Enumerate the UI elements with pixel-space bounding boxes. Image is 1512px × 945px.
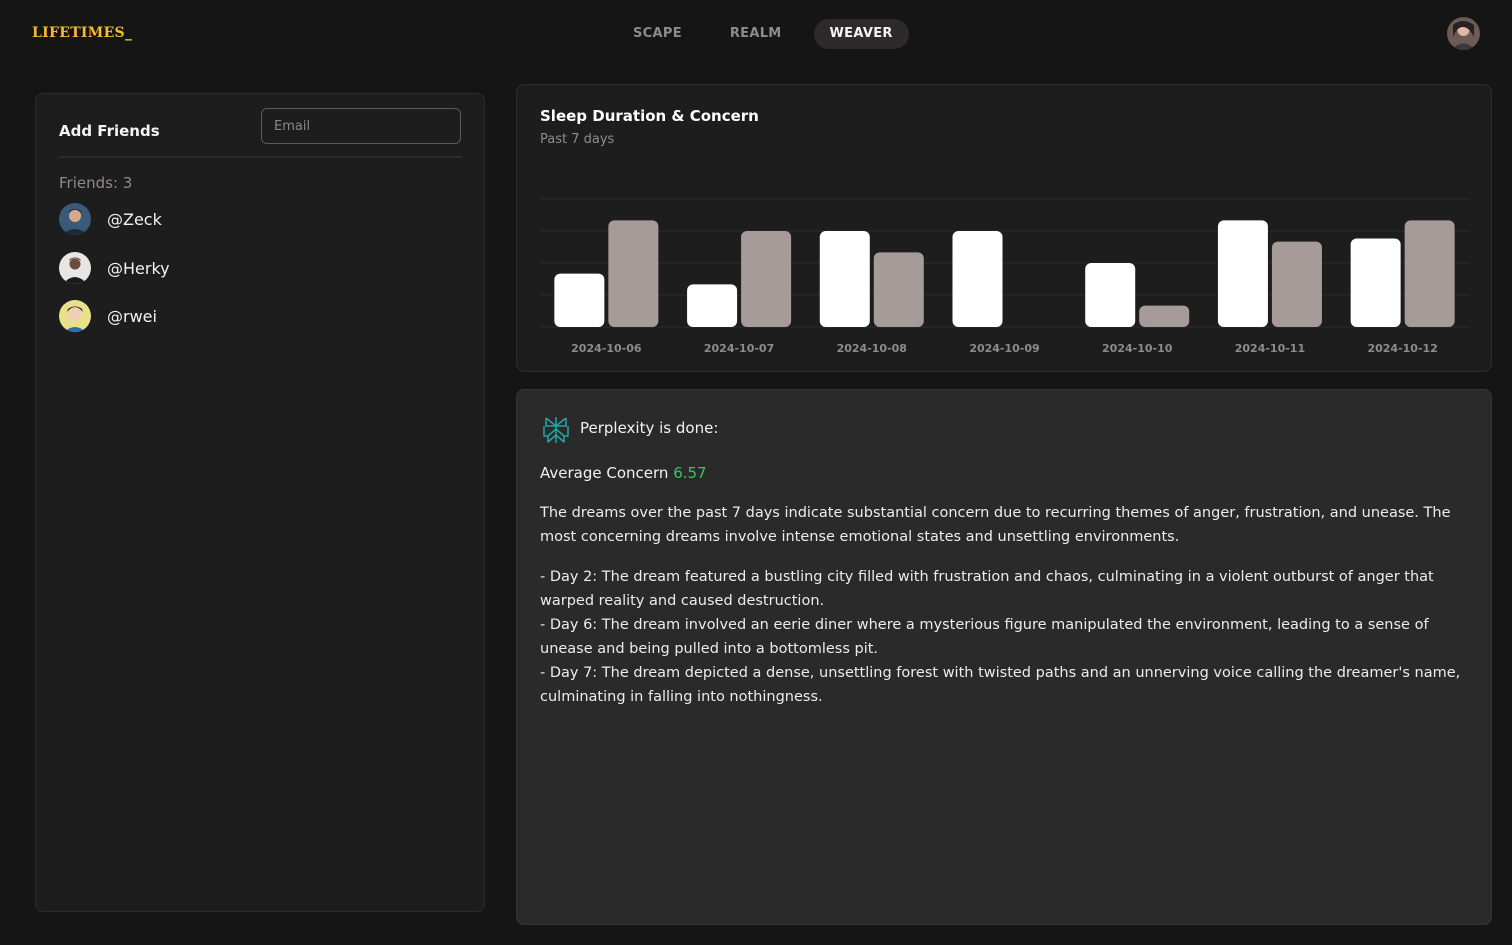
average-concern-label: Average Concern (540, 464, 669, 482)
bar (1217, 220, 1268, 327)
app-logo[interactable]: LIFETIMES_ (32, 25, 132, 41)
friends-panel: Add Friends Friends: 3 @Zeck @Herky (35, 93, 485, 912)
add-friends-title: Add Friends (59, 122, 160, 140)
bar (1271, 241, 1322, 327)
main-nav: SCAPE REALM WEAVER (617, 19, 909, 49)
friend-item-rwei[interactable]: @rwei (59, 299, 157, 333)
day-details: - Day 2: The dream featured a bustling c… (540, 565, 1475, 709)
bar (687, 284, 738, 327)
perplexity-heading: Perplexity is done: (580, 419, 719, 437)
bar (741, 231, 792, 327)
bar (873, 252, 924, 327)
sleep-chart-panel: Sleep Duration & Concern Past 7 days 202… (516, 84, 1492, 372)
friend-handle: @Herky (107, 258, 170, 278)
bar (608, 220, 659, 327)
user-avatar-image (1447, 17, 1480, 50)
day-detail-item: - Day 6: The dream involved an eerie din… (540, 617, 1429, 657)
tab-realm[interactable]: REALM (714, 19, 798, 49)
bar (1404, 220, 1455, 327)
email-field[interactable] (261, 108, 461, 144)
day-detail-item: - Day 7: The dream depicted a dense, uns… (540, 665, 1461, 705)
bar (1085, 263, 1136, 327)
bar-chart: 2024-10-06 2024-10-07 2024-10-08 2024-10-09… (540, 198, 1469, 355)
x-tick-label: 2024-10-12 (1367, 342, 1437, 355)
friends-count: Friends: 3 (59, 174, 133, 192)
summary-text: The dreams over the past 7 days indicate… (540, 505, 1451, 545)
x-tick-label: 2024-10-09 (969, 342, 1039, 355)
bar (554, 273, 605, 327)
bar (819, 231, 870, 327)
bar (1139, 305, 1190, 327)
perplexity-icon (543, 417, 569, 443)
tab-weaver[interactable]: WEAVER (813, 19, 909, 49)
avatar (59, 300, 91, 332)
friend-item-zeck[interactable]: @Zeck (59, 202, 162, 236)
avatar (59, 203, 91, 235)
user-avatar[interactable] (1447, 17, 1480, 50)
tab-scape[interactable]: SCAPE (617, 19, 698, 49)
divider (59, 156, 462, 158)
x-tick-label: 2024-10-08 (837, 342, 907, 355)
x-tick-label: 2024-10-11 (1235, 342, 1305, 355)
x-tick-label: 2024-10-06 (571, 342, 642, 355)
bar (1350, 238, 1401, 327)
bar (952, 231, 1003, 327)
friend-item-herky[interactable]: @Herky (59, 251, 170, 285)
perplexity-result-panel: Perplexity is done: Average Concern 6.57… (516, 389, 1492, 925)
friend-handle: @Zeck (107, 209, 162, 229)
top-bar: LIFETIMES_ SCAPE REALM WEAVER (0, 0, 1512, 68)
x-tick-label: 2024-10-10 (1102, 342, 1173, 355)
average-concern: Average Concern 6.57 (540, 464, 707, 482)
friend-handle: @rwei (107, 306, 157, 326)
day-detail-item: - Day 2: The dream featured a bustling c… (540, 569, 1434, 609)
x-tick-label: 2024-10-07 (704, 342, 774, 355)
average-concern-value: 6.57 (673, 464, 707, 482)
avatar (59, 252, 91, 284)
